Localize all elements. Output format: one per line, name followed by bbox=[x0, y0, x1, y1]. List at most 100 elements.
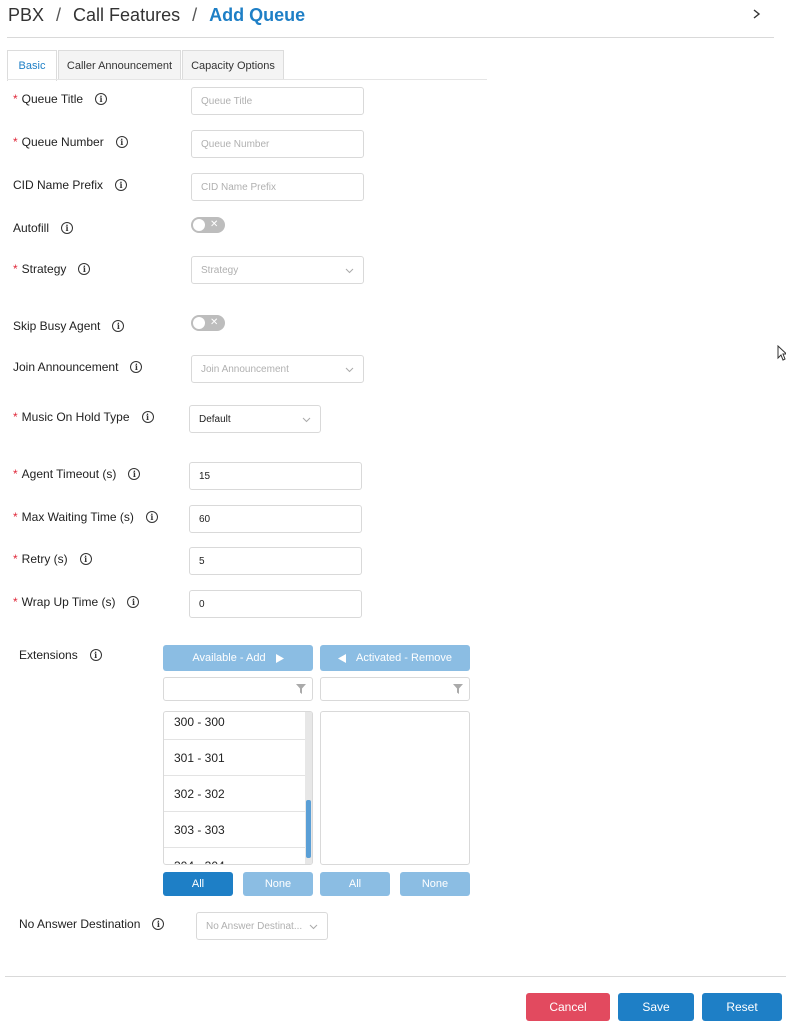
info-icon[interactable]: i bbox=[152, 918, 165, 930]
required-mark: * bbox=[13, 92, 18, 106]
queue-number-label: * Queue Number i bbox=[13, 133, 128, 151]
agent-timeout-input[interactable]: 15 bbox=[189, 462, 362, 490]
agent-timeout-label: * Agent Timeout (s) i bbox=[13, 465, 141, 483]
cid-name-prefix-label-text: CID Name Prefix bbox=[13, 178, 104, 192]
agent-timeout-label-text: Agent Timeout (s) bbox=[21, 467, 117, 481]
activated-remove-button[interactable]: Activated - Remove bbox=[320, 645, 470, 671]
no-answer-destination-select-value: No Answer Destinat... bbox=[206, 920, 303, 932]
extensions-label: Extensions i bbox=[19, 646, 102, 664]
retry-label-text: Retry (s) bbox=[21, 552, 68, 566]
music-on-hold-type-label: * Music On Hold Type i bbox=[13, 408, 154, 426]
scrollbar[interactable] bbox=[305, 712, 312, 864]
max-waiting-time-label-text: Max Waiting Time (s) bbox=[21, 510, 134, 524]
activated-remove-label: Activated - Remove bbox=[356, 652, 452, 664]
available-add-label: Available - Add bbox=[192, 652, 266, 664]
save-button[interactable]: Save bbox=[618, 993, 694, 1021]
info-icon[interactable]: i bbox=[115, 136, 128, 148]
list-item[interactable]: 304 - 304 bbox=[164, 848, 306, 865]
info-icon[interactable]: i bbox=[89, 649, 102, 661]
info-icon[interactable]: i bbox=[61, 222, 74, 234]
no-answer-destination-label: No Answer Destination i bbox=[19, 915, 165, 933]
queue-title-label-text: Queue Title bbox=[21, 92, 84, 106]
reset-button[interactable]: Reset bbox=[702, 993, 782, 1021]
wrap-up-time-label: * Wrap Up Time (s) i bbox=[13, 593, 140, 611]
extensions-label-text: Extensions bbox=[19, 648, 78, 662]
info-icon[interactable]: i bbox=[145, 511, 158, 523]
activated-all-button[interactable]: All bbox=[320, 872, 390, 896]
list-item[interactable]: 300 - 300 bbox=[164, 712, 306, 740]
breadcrumb-separator: / bbox=[56, 4, 62, 25]
activated-filter-input[interactable] bbox=[320, 677, 470, 701]
max-waiting-time-input[interactable]: 60 bbox=[189, 505, 362, 533]
list-item[interactable]: 302 - 302 bbox=[164, 776, 306, 812]
strategy-label-text: Strategy bbox=[21, 262, 67, 276]
required-mark: * bbox=[13, 262, 18, 276]
no-answer-destination-select[interactable]: No Answer Destinat... bbox=[196, 912, 328, 940]
no-answer-destination-label-text: No Answer Destination bbox=[19, 917, 141, 931]
tab-caller-announcement[interactable]: Caller Announcement bbox=[58, 50, 181, 80]
queue-number-input[interactable]: Queue Number bbox=[191, 130, 364, 158]
chevron-down-icon bbox=[309, 924, 318, 929]
queue-number-label-text: Queue Number bbox=[21, 135, 104, 149]
required-mark: * bbox=[13, 467, 18, 481]
required-mark: * bbox=[13, 410, 18, 424]
cancel-button[interactable]: Cancel bbox=[526, 993, 610, 1021]
breadcrumb-pbx[interactable]: PBX bbox=[8, 5, 44, 26]
close-icon: ✕ bbox=[210, 219, 219, 230]
join-announcement-select[interactable]: Join Announcement bbox=[191, 355, 364, 383]
scrollbar-thumb[interactable] bbox=[306, 800, 311, 858]
music-on-hold-type-select[interactable]: Default bbox=[189, 405, 321, 433]
list-item[interactable]: 301 - 301 bbox=[164, 740, 306, 776]
info-icon[interactable]: i bbox=[130, 361, 143, 373]
info-icon[interactable]: i bbox=[112, 320, 125, 332]
join-announcement-label: Join Announcement i bbox=[13, 358, 143, 376]
tab-basic[interactable]: Basic bbox=[7, 50, 57, 81]
chevron-down-icon bbox=[345, 268, 354, 273]
chevron-down-icon bbox=[345, 367, 354, 372]
activated-extensions-list[interactable] bbox=[320, 711, 470, 865]
info-icon[interactable]: i bbox=[141, 411, 154, 423]
join-announcement-label-text: Join Announcement bbox=[13, 360, 119, 374]
chevron-right-icon[interactable] bbox=[750, 6, 764, 22]
breadcrumb-call-features[interactable]: Call Features bbox=[73, 5, 180, 26]
info-icon[interactable]: i bbox=[128, 468, 141, 480]
tab-capacity-options[interactable]: Capacity Options bbox=[182, 50, 284, 80]
close-icon: ✕ bbox=[210, 317, 219, 328]
info-icon[interactable]: i bbox=[127, 596, 140, 608]
required-mark: * bbox=[13, 595, 18, 609]
info-icon[interactable]: i bbox=[78, 263, 91, 275]
join-announcement-select-value: Join Announcement bbox=[201, 363, 289, 375]
info-icon[interactable]: i bbox=[79, 553, 92, 565]
footer-divider bbox=[5, 976, 786, 977]
breadcrumb-separator: / bbox=[192, 4, 198, 25]
list-item[interactable]: 303 - 303 bbox=[164, 812, 306, 848]
skip-busy-agent-label-text: Skip Busy Agent bbox=[13, 319, 101, 333]
available-none-button[interactable]: None bbox=[243, 872, 313, 896]
cid-name-prefix-input[interactable]: CID Name Prefix bbox=[191, 173, 364, 201]
available-add-button[interactable]: Available - Add bbox=[163, 645, 313, 671]
strategy-label: * Strategy i bbox=[13, 260, 91, 278]
autofill-label-text: Autofill bbox=[13, 221, 50, 235]
required-mark: * bbox=[13, 510, 18, 524]
retry-input[interactable]: 5 bbox=[189, 547, 362, 575]
info-icon[interactable]: i bbox=[115, 179, 128, 191]
autofill-label: Autofill i bbox=[13, 219, 74, 237]
activated-none-button[interactable]: None bbox=[400, 872, 470, 896]
autofill-toggle[interactable]: ✕ bbox=[191, 217, 225, 233]
arrow-left-icon bbox=[338, 653, 346, 663]
page-title: Add Queue bbox=[209, 4, 306, 25]
mouse-cursor-icon bbox=[777, 345, 786, 361]
filter-icon bbox=[296, 684, 306, 694]
available-extensions-list[interactable]: 300 - 300 301 - 301 302 - 302 303 - 303 … bbox=[163, 711, 313, 865]
info-icon[interactable]: i bbox=[95, 93, 108, 105]
available-all-button[interactable]: All bbox=[163, 872, 233, 896]
queue-title-input[interactable]: Queue Title bbox=[191, 87, 364, 115]
available-filter-input[interactable] bbox=[163, 677, 313, 701]
arrow-right-icon bbox=[275, 653, 284, 663]
max-waiting-time-label: * Max Waiting Time (s) i bbox=[13, 508, 158, 526]
wrap-up-time-input[interactable]: 0 bbox=[189, 590, 362, 618]
skip-busy-agent-toggle[interactable]: ✕ bbox=[191, 315, 225, 331]
strategy-select[interactable]: Strategy bbox=[191, 256, 364, 284]
tabs-divider bbox=[7, 79, 487, 80]
music-on-hold-type-label-text: Music On Hold Type bbox=[21, 410, 130, 424]
